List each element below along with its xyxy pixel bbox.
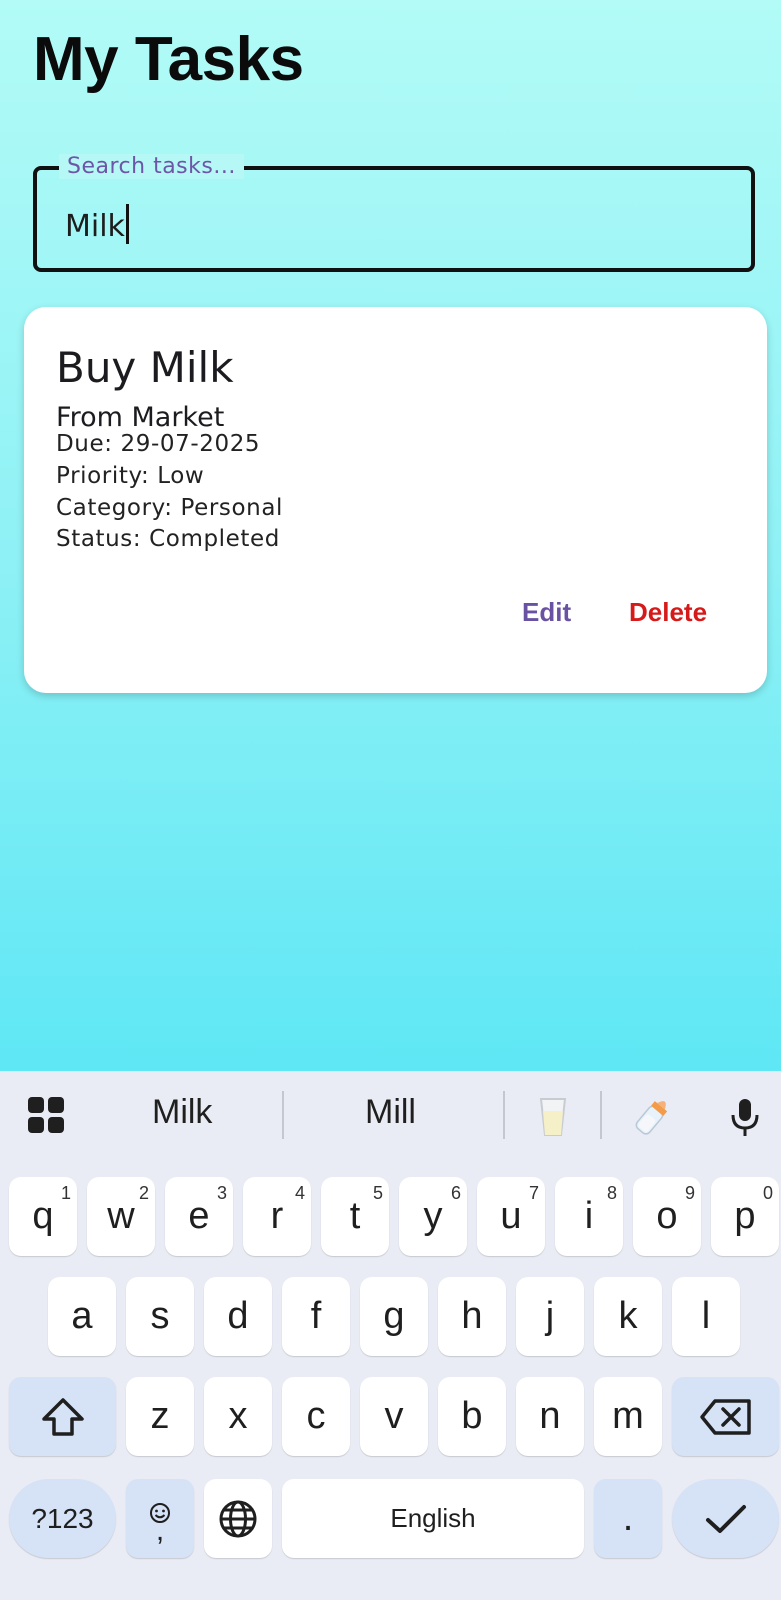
- task-title: Buy Milk: [56, 343, 234, 392]
- baby-bottle-emoji-icon[interactable]: [630, 1095, 670, 1139]
- key-number-hint: 6: [450, 1183, 461, 1203]
- key-number-hint: 0: [762, 1183, 773, 1203]
- key-number-hint: 9: [684, 1183, 695, 1203]
- search-value: Milk: [65, 209, 125, 244]
- delete-button[interactable]: Delete: [629, 597, 707, 628]
- key-j[interactable]: j: [516, 1277, 584, 1356]
- backspace-icon: [699, 1398, 751, 1435]
- apps-grid-icon[interactable]: [28, 1097, 66, 1135]
- key-label: u: [500, 1195, 522, 1237]
- key-h[interactable]: h: [438, 1277, 506, 1356]
- key-l[interactable]: l: [672, 1277, 740, 1356]
- key-number-hint: 1: [60, 1183, 71, 1203]
- key-e[interactable]: e3: [165, 1177, 233, 1256]
- search-value-wrapper[interactable]: Milk: [65, 204, 129, 244]
- key-i[interactable]: i8: [555, 1177, 623, 1256]
- task-card[interactable]: Buy Milk From Market Due: 29-07-2025 Pri…: [24, 307, 767, 693]
- glass-of-milk-emoji-icon[interactable]: [533, 1095, 573, 1139]
- key-o[interactable]: o9: [633, 1177, 701, 1256]
- suggestion-bar: Milk Mill: [0, 1071, 781, 1159]
- key-t[interactable]: t5: [321, 1177, 389, 1256]
- key-w[interactable]: w2: [87, 1177, 155, 1256]
- key-label: o: [656, 1195, 678, 1237]
- emoji-comma-key[interactable]: ,: [126, 1479, 194, 1558]
- key-x[interactable]: x: [204, 1377, 272, 1456]
- symbols-key[interactable]: ?123: [9, 1479, 116, 1558]
- key-g[interactable]: g: [360, 1277, 428, 1356]
- key-c[interactable]: c: [282, 1377, 350, 1456]
- key-r[interactable]: r4: [243, 1177, 311, 1256]
- key-label: r: [270, 1195, 284, 1237]
- key-v[interactable]: v: [360, 1377, 428, 1456]
- key-u[interactable]: u7: [477, 1177, 545, 1256]
- shift-key[interactable]: [9, 1377, 116, 1456]
- task-app: My Tasks Search tasks... Milk Buy Milk F…: [0, 0, 781, 1070]
- key-m[interactable]: m: [594, 1377, 662, 1456]
- suggestion-divider: [600, 1091, 602, 1139]
- key-z[interactable]: z: [126, 1377, 194, 1456]
- shift-arrow-icon: [41, 1397, 84, 1436]
- key-k[interactable]: k: [594, 1277, 662, 1356]
- comma-label: ,: [155, 1513, 165, 1547]
- suggestion-2[interactable]: Mill: [365, 1093, 416, 1132]
- key-n[interactable]: n: [516, 1377, 584, 1456]
- key-number-hint: 4: [294, 1183, 305, 1203]
- backspace-key[interactable]: [672, 1377, 779, 1456]
- key-number-hint: 7: [528, 1183, 539, 1203]
- edit-button[interactable]: Edit: [522, 597, 571, 628]
- key-label: t: [349, 1195, 361, 1237]
- search-input[interactable]: Search tasks... Milk: [33, 154, 755, 272]
- space-bar[interactable]: English: [282, 1479, 584, 1558]
- task-description: From Market: [56, 402, 225, 433]
- page-title: My Tasks: [33, 25, 304, 94]
- language-key[interactable]: [204, 1479, 272, 1558]
- key-label: e: [188, 1195, 210, 1237]
- key-number-hint: 8: [606, 1183, 617, 1203]
- key-p[interactable]: p0: [711, 1177, 779, 1256]
- key-number-hint: 2: [138, 1183, 149, 1203]
- key-label: i: [584, 1195, 594, 1237]
- key-s[interactable]: s: [126, 1277, 194, 1356]
- suggestion-divider: [503, 1091, 505, 1139]
- enter-key[interactable]: [672, 1479, 779, 1558]
- period-key[interactable]: .: [594, 1479, 662, 1558]
- key-number-hint: 3: [216, 1183, 227, 1203]
- key-label: q: [32, 1195, 54, 1237]
- task-due: Due: 29-07-2025: [56, 431, 261, 457]
- text-caret: [125, 204, 129, 244]
- key-q[interactable]: q1: [9, 1177, 77, 1256]
- checkmark-icon: [705, 1504, 746, 1533]
- suggestion-divider: [282, 1091, 284, 1139]
- key-b[interactable]: b: [438, 1377, 506, 1456]
- key-label: p: [734, 1195, 756, 1237]
- key-f[interactable]: f: [282, 1277, 350, 1356]
- key-a[interactable]: a: [48, 1277, 116, 1356]
- key-label: y: [423, 1195, 443, 1237]
- search-label: Search tasks...: [59, 154, 244, 179]
- key-label: w: [107, 1195, 135, 1237]
- globe-icon: [219, 1500, 257, 1537]
- soft-keyboard: Milk Mill q 1 w 2 e 3 r 4 t 5 y 6 u 7 i …: [0, 1071, 781, 1600]
- task-priority: Priority: Low: [56, 463, 205, 489]
- microphone-icon[interactable]: [728, 1095, 762, 1139]
- task-status: Status: Completed: [56, 526, 280, 552]
- key-y[interactable]: y6: [399, 1177, 467, 1256]
- key-d[interactable]: d: [204, 1277, 272, 1356]
- task-category: Category: Personal: [56, 495, 284, 521]
- suggestion-1[interactable]: Milk: [152, 1093, 212, 1132]
- key-number-hint: 5: [372, 1183, 383, 1203]
